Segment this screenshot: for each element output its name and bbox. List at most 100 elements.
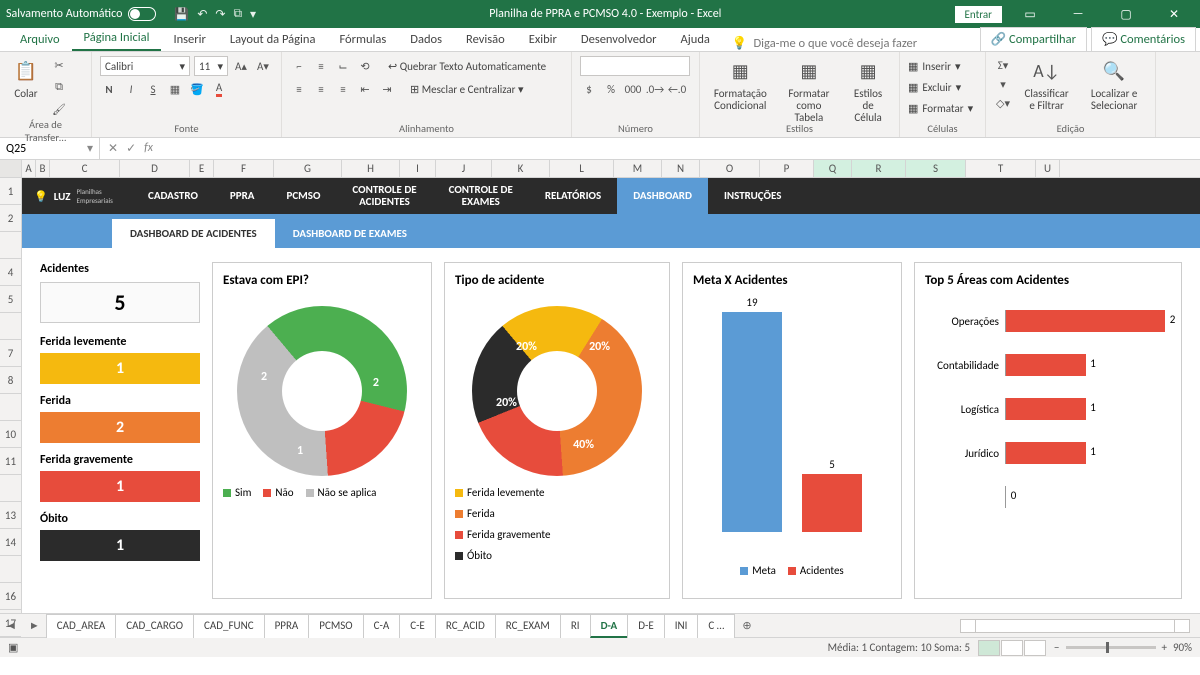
row-header[interactable]: 2	[0, 205, 21, 232]
undo-icon[interactable]: ↶	[197, 7, 207, 22]
tab-insert[interactable]: Inserir	[161, 28, 217, 51]
col-header-B[interactable]: B	[36, 160, 50, 177]
tab-help[interactable]: Ajuda	[669, 28, 722, 51]
col-header-M[interactable]: M	[614, 160, 662, 177]
nav-controle-de-exames[interactable]: CONTROLE DEEXAMES	[433, 178, 529, 214]
nav-instruções[interactable]: INSTRUÇÕES	[708, 178, 797, 214]
sheet-tab-CAD_AREA[interactable]: CAD_AREA	[46, 614, 116, 638]
view-pagebreak-button[interactable]	[1024, 640, 1046, 656]
sheet-tab-RC_ACID[interactable]: RC_ACID	[435, 614, 496, 638]
row-header[interactable]	[0, 556, 21, 583]
col-header-N[interactable]: N	[662, 160, 700, 177]
tellme-search[interactable]: 💡 Diga-me o que você deseja fazer	[722, 36, 927, 51]
sheet-tab-C-A[interactable]: C-A	[363, 614, 401, 638]
col-header-G[interactable]: G	[274, 160, 342, 177]
sheet-tab-D-A[interactable]: D-A	[590, 614, 629, 638]
sheet-tab-CAD_CARGO[interactable]: CAD_CARGO	[115, 614, 194, 638]
col-header-T[interactable]: T	[966, 160, 1036, 177]
col-header-R[interactable]: R	[852, 160, 906, 177]
zoom-level[interactable]: 90%	[1173, 641, 1192, 654]
col-header-L[interactable]: L	[550, 160, 614, 177]
sheet-tab-C …[interactable]: C …	[697, 614, 735, 638]
col-header-D[interactable]: D	[120, 160, 190, 177]
currency-icon[interactable]: $	[580, 80, 598, 98]
fx-icon[interactable]: fx	[144, 141, 153, 156]
row-header[interactable]: 10	[0, 421, 21, 448]
share-button[interactable]: 🔗 Compartilhar	[980, 27, 1087, 51]
copy-icon[interactable]: ⧉	[50, 78, 68, 96]
ribbon-options-icon[interactable]: ▭	[1010, 7, 1050, 22]
save-icon[interactable]: 💾	[174, 7, 189, 22]
align-top-icon[interactable]: ⌐	[290, 57, 308, 75]
zoom-in-button[interactable]: +	[1162, 641, 1167, 654]
delete-cells-button[interactable]: ▦ Excluir ▾	[908, 77, 961, 97]
align-center-icon[interactable]: ≡	[312, 80, 330, 98]
format-painter-icon[interactable]: 🖌	[50, 100, 68, 118]
row-header[interactable]: 5	[0, 286, 21, 313]
name-box[interactable]: Q25▾	[0, 138, 100, 159]
signin-button[interactable]: Entrar	[955, 6, 1002, 23]
row-header[interactable]: 16	[0, 583, 21, 610]
col-header-H[interactable]: H	[342, 160, 400, 177]
nav-cadastro[interactable]: CADASTRO	[132, 178, 214, 214]
enter-fx-icon[interactable]: ✓	[126, 141, 136, 156]
col-header-J[interactable]: J	[436, 160, 492, 177]
add-sheet-button[interactable]: ⊕	[734, 619, 759, 632]
insert-cells-button[interactable]: ▦ Inserir ▾	[908, 56, 960, 76]
sheet-tab-D-E[interactable]: D-E	[627, 614, 665, 638]
col-header-P[interactable]: P	[760, 160, 814, 177]
col-header-E[interactable]: E	[190, 160, 214, 177]
col-header-S[interactable]: S	[906, 160, 966, 177]
nav-controle-de-acidentes[interactable]: CONTROLE DEACIDENTES	[336, 178, 432, 214]
close-icon[interactable]: ✕	[1154, 7, 1194, 22]
fill-icon[interactable]: ▾	[994, 75, 1012, 93]
redo-icon[interactable]: ↷	[215, 7, 225, 22]
paste-button[interactable]: 📋 Colar	[8, 56, 44, 102]
row-header[interactable]	[0, 394, 21, 421]
row-header[interactable]	[0, 232, 21, 259]
subtab-acidentes[interactable]: DASHBOARD DE ACIDENTES	[112, 219, 275, 248]
inc-decimal-icon[interactable]: .0→	[646, 80, 664, 98]
col-header-F[interactable]: F	[214, 160, 274, 177]
tab-layout[interactable]: Layout da Página	[218, 28, 328, 51]
row-header[interactable]: 13	[0, 502, 21, 529]
font-color-icon[interactable]: A	[210, 80, 228, 98]
dec-decimal-icon[interactable]: ←.0	[668, 80, 686, 98]
row-header[interactable]	[0, 475, 21, 502]
row-header[interactable]: 4	[0, 259, 21, 286]
autosum-icon[interactable]: Σ▾	[994, 56, 1012, 74]
clear-icon[interactable]: ◇▾	[994, 94, 1012, 112]
view-layout-button[interactable]	[1001, 640, 1023, 656]
wrap-text-button[interactable]: ↩ Quebrar Texto Automaticamente	[388, 60, 546, 73]
align-bottom-icon[interactable]: ⌙	[334, 57, 352, 75]
maximize-icon[interactable]: ▢	[1106, 7, 1146, 22]
zoom-out-button[interactable]: −	[1054, 641, 1059, 654]
column-headers[interactable]: ABCDEFGHIJKLMNOPQRSTU	[0, 160, 1200, 178]
tab-developer[interactable]: Desenvolvedor	[569, 28, 669, 51]
row-headers[interactable]: 124578101113141617	[0, 178, 22, 613]
indent-inc-icon[interactable]: ⇥	[378, 80, 396, 98]
row-header[interactable]: 8	[0, 367, 21, 394]
touch-icon[interactable]: ⧉	[233, 7, 242, 22]
col-header-I[interactable]: I	[400, 160, 436, 177]
align-middle-icon[interactable]: ≡	[312, 57, 330, 75]
row-header[interactable]: 1	[0, 178, 21, 205]
tab-file[interactable]: Arquivo	[8, 28, 72, 51]
conditional-format-button[interactable]: ▦Formatação Condicional	[708, 56, 773, 114]
cancel-fx-icon[interactable]: ✕	[108, 141, 118, 156]
minimize-icon[interactable]: —	[1058, 7, 1098, 21]
row-header[interactable]: 7	[0, 340, 21, 367]
comments-button[interactable]: 💬 Comentários	[1091, 27, 1196, 51]
col-header-Q[interactable]: Q	[814, 160, 852, 177]
tab-data[interactable]: Dados	[398, 28, 454, 51]
worksheet[interactable]: 💡 LUZ Planilhas Empresariais CADASTROPPR…	[22, 178, 1200, 613]
tab-home[interactable]: Página Inicial	[72, 26, 162, 51]
indent-dec-icon[interactable]: ⇤	[356, 80, 374, 98]
row-header[interactable]: 11	[0, 448, 21, 475]
font-name-select[interactable]: Calibri▾	[100, 56, 190, 76]
border-icon[interactable]: ▦	[166, 80, 184, 98]
nav-pcmso[interactable]: PCMSO	[270, 178, 336, 214]
col-header-K[interactable]: K	[492, 160, 550, 177]
view-normal-button[interactable]	[978, 640, 1000, 656]
grow-font-icon[interactable]: A▴	[232, 57, 250, 75]
